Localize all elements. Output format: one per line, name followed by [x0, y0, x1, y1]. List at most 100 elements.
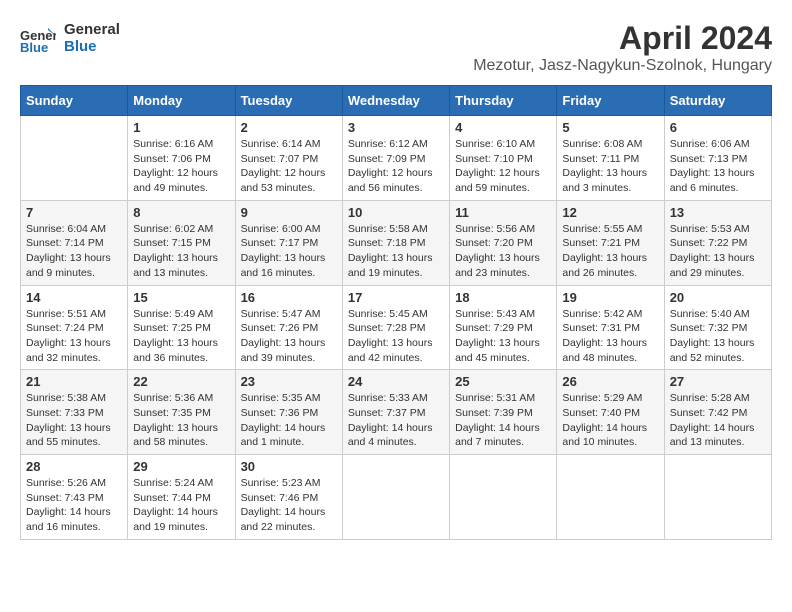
day-info: Sunrise: 6:10 AM Sunset: 7:10 PM Dayligh…: [455, 137, 551, 196]
day-number: 28: [26, 459, 122, 474]
day-number: 29: [133, 459, 229, 474]
calendar-cell: 7Sunrise: 6:04 AM Sunset: 7:14 PM Daylig…: [21, 200, 128, 285]
calendar-header-row: SundayMondayTuesdayWednesdayThursdayFrid…: [21, 86, 772, 116]
day-number: 9: [241, 205, 337, 220]
day-info: Sunrise: 6:16 AM Sunset: 7:06 PM Dayligh…: [133, 137, 229, 196]
week-row-4: 28 Sunrise: 5:26 AM Sunset: 7:43 PM Dayli…: [21, 455, 772, 540]
day-number: 30: [241, 459, 337, 474]
calendar-cell: 12 Sunrise: 5:55 AM Sunset: 7:21 PM Dayli…: [557, 200, 664, 285]
day-number: 10: [348, 205, 444, 220]
day-number: 23: [241, 374, 337, 389]
day-number: 1: [133, 120, 229, 135]
day-info: Sunrise: 5:45 AM Sunset: 7:28 PM Dayligh…: [348, 307, 444, 366]
day-number: 18: [455, 290, 551, 305]
calendar-cell: 16 Sunrise: 5:47 AM Sunset: 7:26 PM Dayli…: [235, 285, 342, 370]
month-title: April 2024: [473, 20, 772, 57]
day-number: 5: [562, 120, 658, 135]
calendar-cell: 2 Sunrise: 6:14 AM Sunset: 7:07 PM Daylig…: [235, 116, 342, 201]
week-row-0: 1 Sunrise: 6:16 AM Sunset: 7:06 PM Daylig…: [21, 116, 772, 201]
calendar-cell: 23 Sunrise: 5:35 AM Sunset: 7:36 PM Dayli…: [235, 370, 342, 455]
day-number: 13: [670, 205, 766, 220]
calendar-cell: 13 Sunrise: 5:53 AM Sunset: 7:22 PM Dayli…: [664, 200, 771, 285]
calendar-cell: 11Sunrise: 5:56 AM Sunset: 7:20 PM Dayli…: [450, 200, 557, 285]
day-number: 7: [26, 205, 122, 220]
day-header-wednesday: Wednesday: [342, 86, 449, 116]
day-info: Sunrise: 5:24 AM Sunset: 7:44 PM Dayligh…: [133, 476, 229, 535]
day-number: 3: [348, 120, 444, 135]
calendar-cell: 14 Sunrise: 5:51 AM Sunset: 7:24 PM Dayli…: [21, 285, 128, 370]
svg-text:Blue: Blue: [20, 40, 48, 55]
calendar-cell: 17 Sunrise: 5:45 AM Sunset: 7:28 PM Dayli…: [342, 285, 449, 370]
day-number: 2: [241, 120, 337, 135]
calendar-cell: 6Sunrise: 6:06 AM Sunset: 7:13 PM Daylig…: [664, 116, 771, 201]
day-number: 15: [133, 290, 229, 305]
day-info: Sunrise: 5:26 AM Sunset: 7:43 PM Dayligh…: [26, 476, 122, 535]
day-number: 12: [562, 205, 658, 220]
calendar-cell: 25Sunrise: 5:31 AM Sunset: 7:39 PM Dayli…: [450, 370, 557, 455]
day-info: Sunrise: 5:51 AM Sunset: 7:24 PM Dayligh…: [26, 307, 122, 366]
day-number: 4: [455, 120, 551, 135]
calendar-cell: 21 Sunrise: 5:38 AM Sunset: 7:33 PM Dayli…: [21, 370, 128, 455]
week-row-2: 14 Sunrise: 5:51 AM Sunset: 7:24 PM Dayli…: [21, 285, 772, 370]
day-info: Sunrise: 5:43 AM Sunset: 7:29 PM Dayligh…: [455, 307, 551, 366]
calendar-cell: 9 Sunrise: 6:00 AM Sunset: 7:17 PM Daylig…: [235, 200, 342, 285]
day-info: Sunrise: 5:55 AM Sunset: 7:21 PM Dayligh…: [562, 222, 658, 281]
week-row-3: 21 Sunrise: 5:38 AM Sunset: 7:33 PM Dayli…: [21, 370, 772, 455]
day-number: 19: [562, 290, 658, 305]
calendar-cell: 24Sunrise: 5:33 AM Sunset: 7:37 PM Dayli…: [342, 370, 449, 455]
day-info: Sunrise: 5:29 AM Sunset: 7:40 PM Dayligh…: [562, 391, 658, 450]
day-number: 17: [348, 290, 444, 305]
day-info: Sunrise: 6:06 AM Sunset: 7:13 PM Dayligh…: [670, 137, 766, 196]
day-number: 11: [455, 205, 551, 220]
day-info: Sunrise: 5:38 AM Sunset: 7:33 PM Dayligh…: [26, 391, 122, 450]
calendar-cell: 19 Sunrise: 5:42 AM Sunset: 7:31 PM Dayli…: [557, 285, 664, 370]
calendar-cell: 27Sunrise: 5:28 AM Sunset: 7:42 PM Dayli…: [664, 370, 771, 455]
calendar-table: SundayMondayTuesdayWednesdayThursdayFrid…: [20, 85, 772, 540]
day-header-saturday: Saturday: [664, 86, 771, 116]
day-info: Sunrise: 5:36 AM Sunset: 7:35 PM Dayligh…: [133, 391, 229, 450]
calendar-cell: 29 Sunrise: 5:24 AM Sunset: 7:44 PM Dayli…: [128, 455, 235, 540]
day-info: Sunrise: 5:40 AM Sunset: 7:32 PM Dayligh…: [670, 307, 766, 366]
day-info: Sunrise: 6:08 AM Sunset: 7:11 PM Dayligh…: [562, 137, 658, 196]
day-info: Sunrise: 5:49 AM Sunset: 7:25 PM Dayligh…: [133, 307, 229, 366]
day-number: 8: [133, 205, 229, 220]
calendar-cell: 10 Sunrise: 5:58 AM Sunset: 7:18 PM Dayli…: [342, 200, 449, 285]
day-info: Sunrise: 5:58 AM Sunset: 7:18 PM Dayligh…: [348, 222, 444, 281]
day-number: 27: [670, 374, 766, 389]
day-header-tuesday: Tuesday: [235, 86, 342, 116]
day-info: Sunrise: 6:00 AM Sunset: 7:17 PM Dayligh…: [241, 222, 337, 281]
calendar-body: 1 Sunrise: 6:16 AM Sunset: 7:06 PM Daylig…: [21, 116, 772, 540]
day-number: 16: [241, 290, 337, 305]
day-info: Sunrise: 6:12 AM Sunset: 7:09 PM Dayligh…: [348, 137, 444, 196]
calendar-cell: 15 Sunrise: 5:49 AM Sunset: 7:25 PM Dayli…: [128, 285, 235, 370]
week-row-1: 7Sunrise: 6:04 AM Sunset: 7:14 PM Daylig…: [21, 200, 772, 285]
day-info: Sunrise: 5:53 AM Sunset: 7:22 PM Dayligh…: [670, 222, 766, 281]
logo-line2: Blue: [64, 38, 120, 55]
title-area: April 2024 Mezotur, Jasz-Nagykun-Szolnok…: [473, 20, 772, 75]
calendar-cell: 30 Sunrise: 5:23 AM Sunset: 7:46 PM Dayli…: [235, 455, 342, 540]
calendar-cell: 20Sunrise: 5:40 AM Sunset: 7:32 PM Dayli…: [664, 285, 771, 370]
subtitle: Mezotur, Jasz-Nagykun-Szolnok, Hungary: [473, 57, 772, 75]
day-info: Sunrise: 6:14 AM Sunset: 7:07 PM Dayligh…: [241, 137, 337, 196]
day-number: 26: [562, 374, 658, 389]
day-number: 25: [455, 374, 551, 389]
calendar-cell: 26 Sunrise: 5:29 AM Sunset: 7:40 PM Dayli…: [557, 370, 664, 455]
calendar-cell: [21, 116, 128, 201]
calendar-cell: 18 Sunrise: 5:43 AM Sunset: 7:29 PM Dayli…: [450, 285, 557, 370]
logo-line1: General: [64, 21, 120, 38]
day-info: Sunrise: 5:33 AM Sunset: 7:37 PM Dayligh…: [348, 391, 444, 450]
day-header-sunday: Sunday: [21, 86, 128, 116]
calendar-cell: 4 Sunrise: 6:10 AM Sunset: 7:10 PM Daylig…: [450, 116, 557, 201]
day-number: 21: [26, 374, 122, 389]
day-number: 14: [26, 290, 122, 305]
day-header-thursday: Thursday: [450, 86, 557, 116]
day-header-monday: Monday: [128, 86, 235, 116]
day-info: Sunrise: 5:35 AM Sunset: 7:36 PM Dayligh…: [241, 391, 337, 450]
calendar-cell: [664, 455, 771, 540]
day-info: Sunrise: 5:23 AM Sunset: 7:46 PM Dayligh…: [241, 476, 337, 535]
day-info: Sunrise: 5:47 AM Sunset: 7:26 PM Dayligh…: [241, 307, 337, 366]
day-info: Sunrise: 5:42 AM Sunset: 7:31 PM Dayligh…: [562, 307, 658, 366]
calendar-cell: 3 Sunrise: 6:12 AM Sunset: 7:09 PM Daylig…: [342, 116, 449, 201]
calendar-cell: [557, 455, 664, 540]
calendar-cell: 22Sunrise: 5:36 AM Sunset: 7:35 PM Dayli…: [128, 370, 235, 455]
